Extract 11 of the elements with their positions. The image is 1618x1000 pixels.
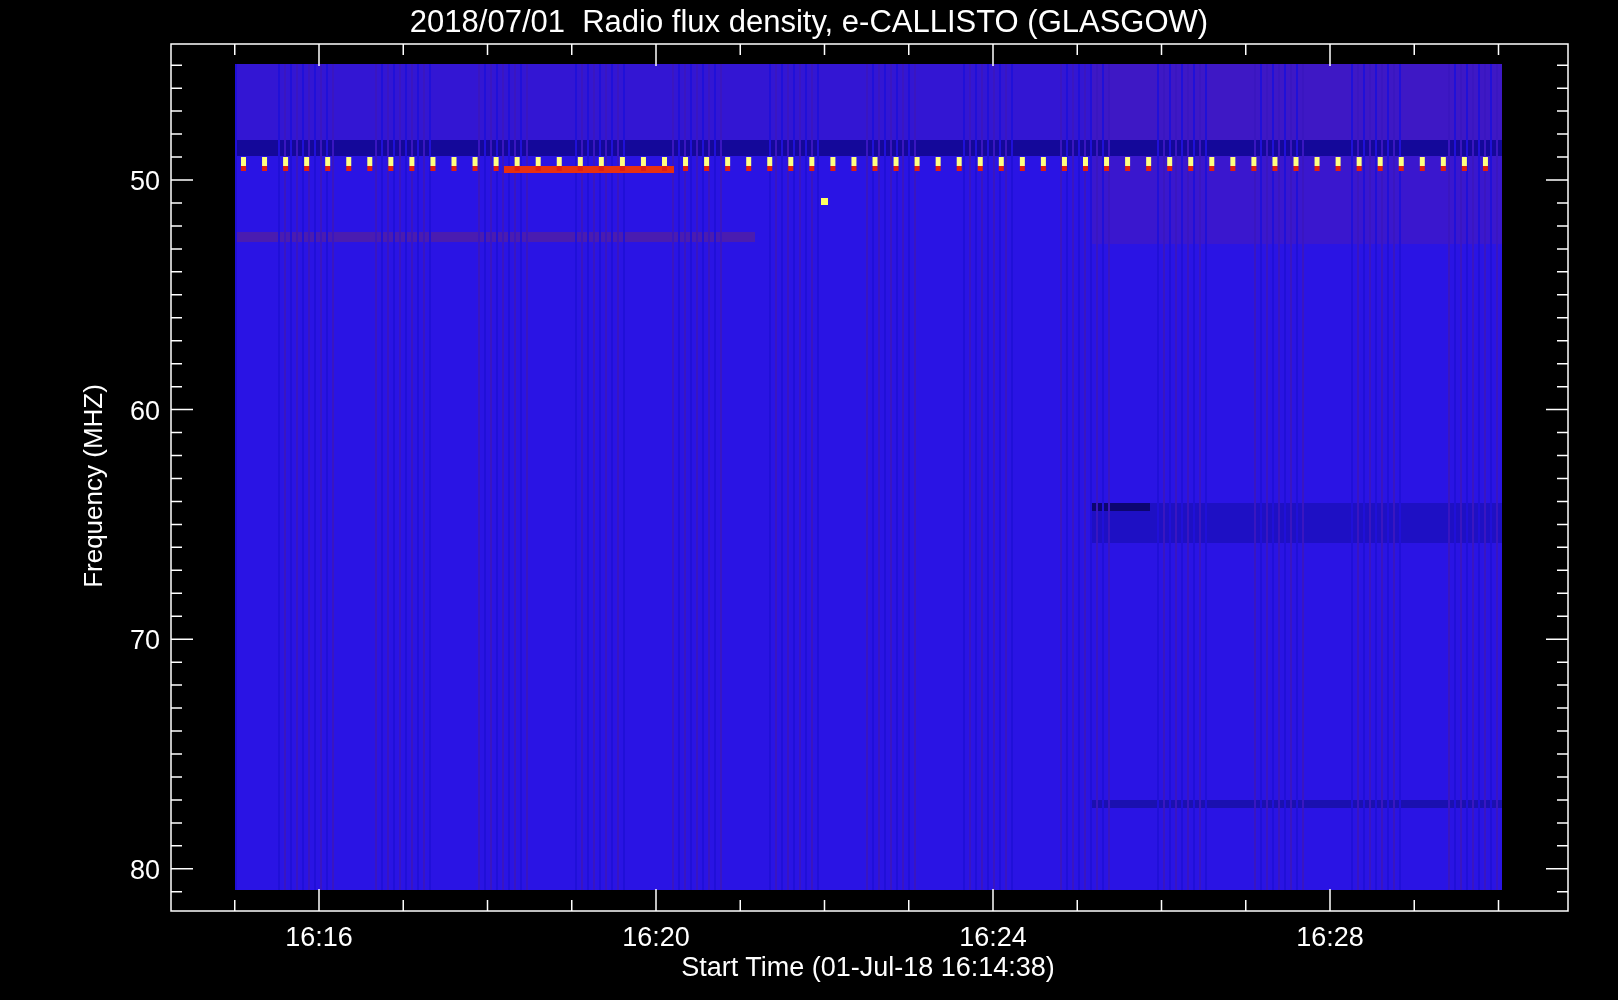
tick-label: 16:16 [285, 922, 353, 952]
tick-label: 70 [129, 625, 160, 656]
tick-label: 16:28 [1296, 922, 1364, 952]
plot-title: 2018/07/01 Radio flux density, e-CALLISTO (GLASGOW) [409, 4, 1209, 39]
tick-label: 60 [129, 395, 160, 426]
axis-label: Frequency (MHZ) [78, 384, 108, 588]
tick-label: 16:20 [622, 922, 690, 952]
tick-label: 50 [129, 166, 160, 196]
axis-label: Start Time (01-Jul-18 16:14:38) [681, 952, 1055, 982]
tick-label: 80 [129, 854, 160, 885]
tick-label: 16:24 [959, 922, 1027, 952]
